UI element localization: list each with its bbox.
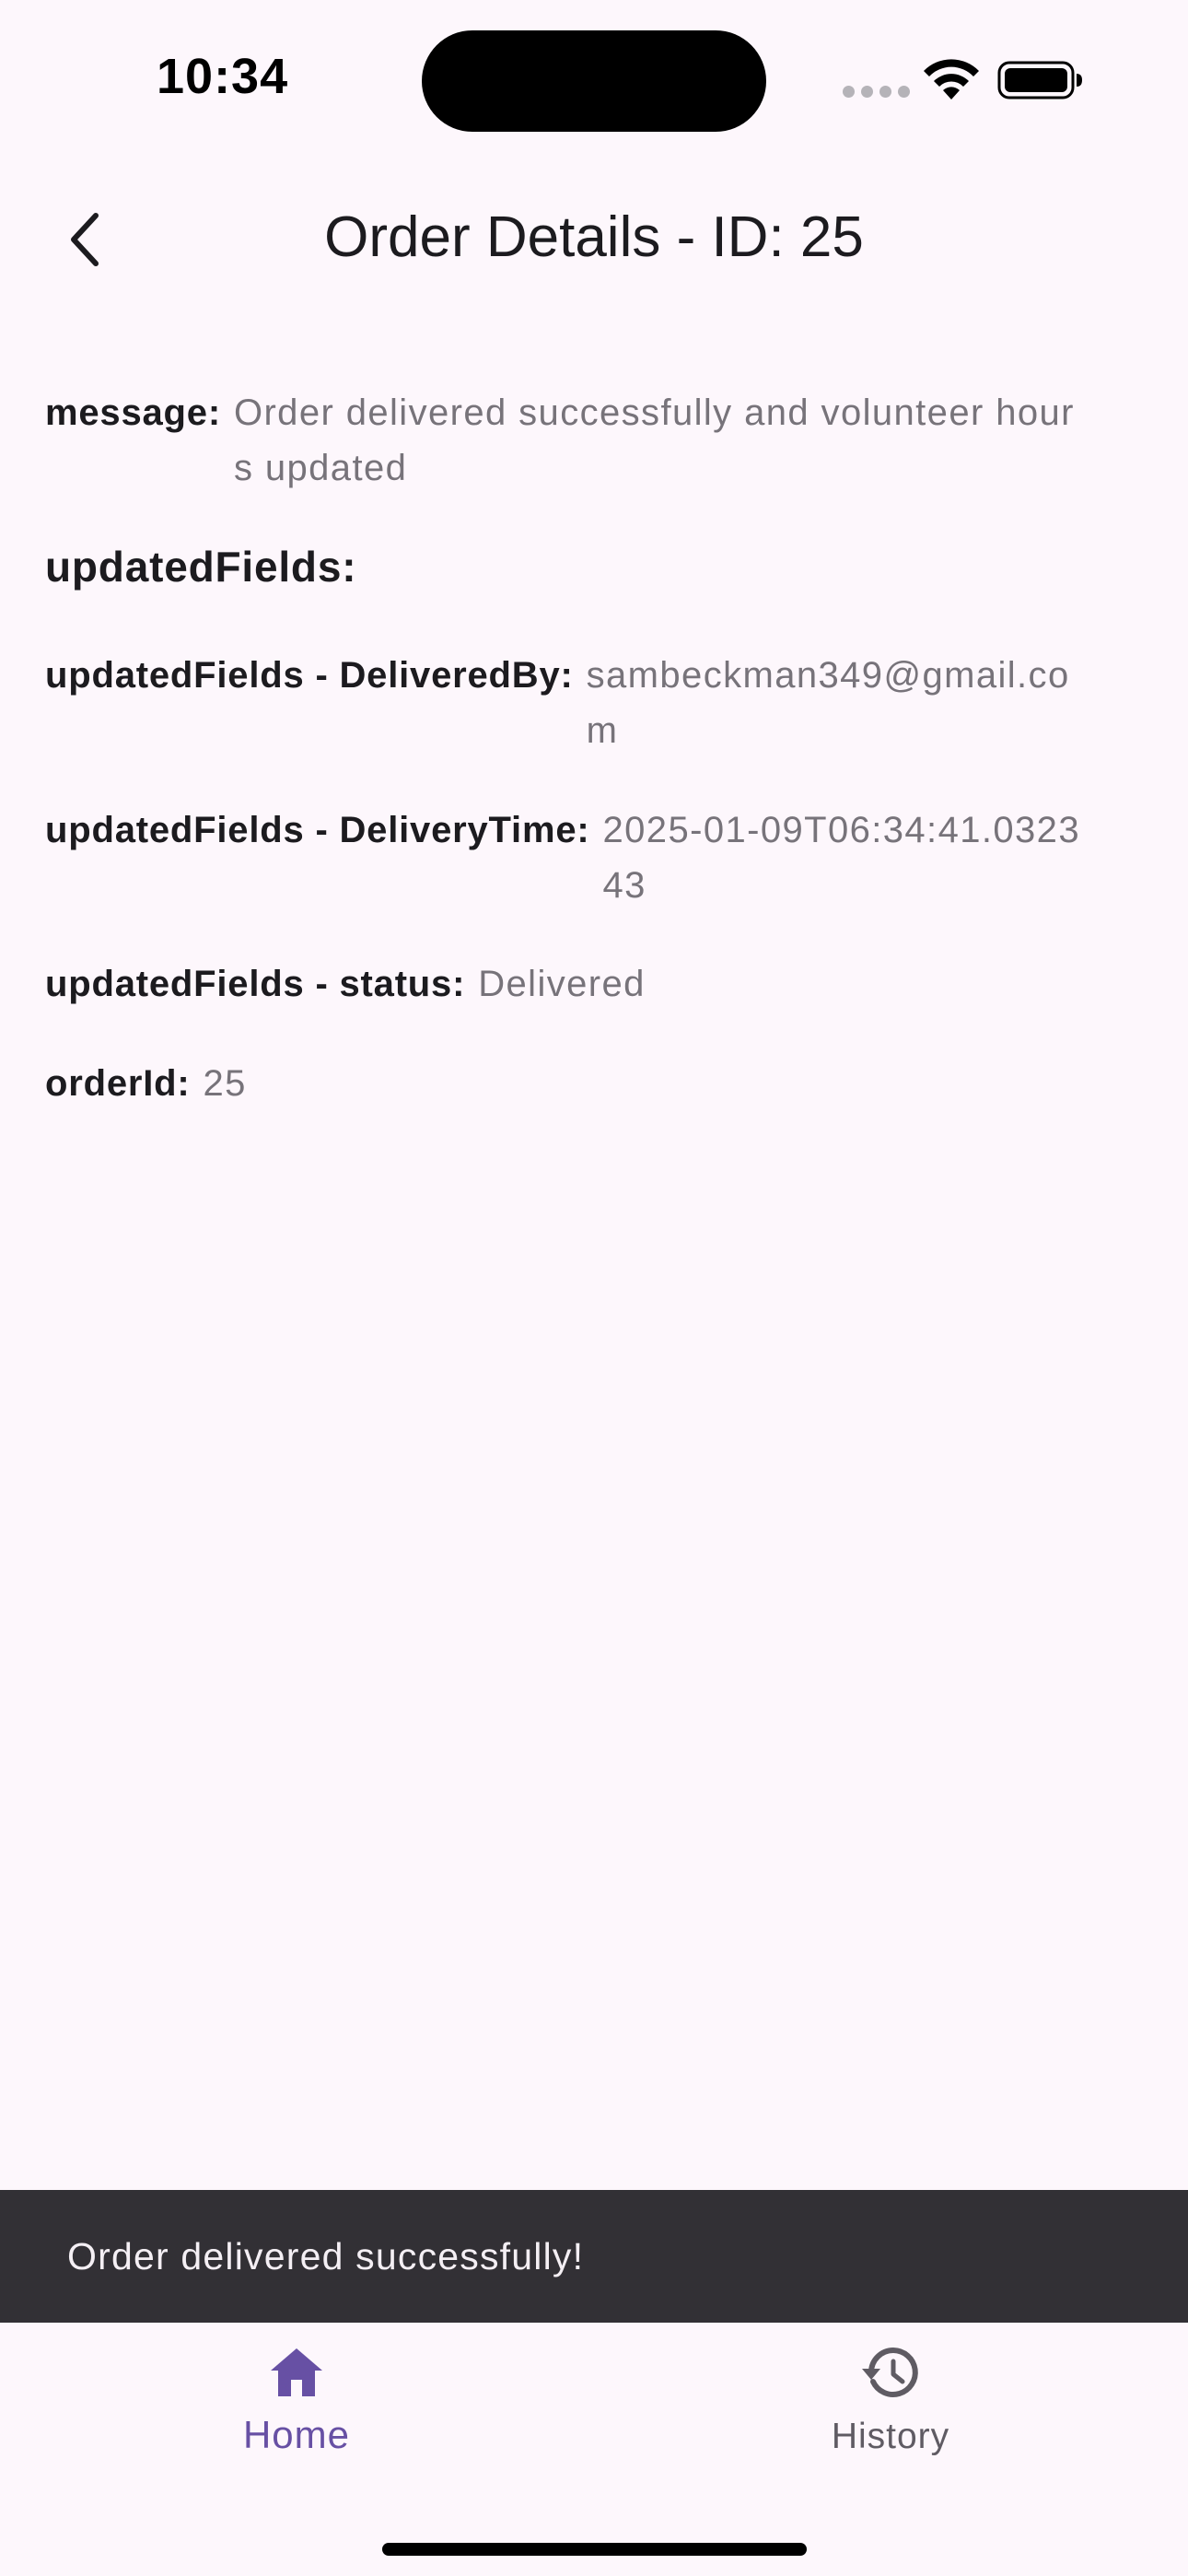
detail-label: updatedFields - status: [45,964,466,1004]
order-details-screen: 10:34 Order Details - ID: 25 message: Or… [0,0,1188,2576]
detail-row-delivered-by: updatedFields - DeliveredBy: sambeckman3… [45,648,1150,758]
detail-label: updatedFields - DeliveredBy: [45,655,574,696]
nav-item-history[interactable]: History [725,2345,1056,2457]
detail-label: orderId: [45,1063,191,1104]
nav-label-history: History [831,2417,950,2456]
nav-label-home: Home [242,2413,351,2456]
detail-label: updatedFields - DeliveryTime: [45,810,590,850]
snackbar: Order delivered successfully! [0,2190,1188,2323]
history-icon [862,2348,918,2397]
status-bar-time: 10:34 [157,49,289,104]
section-heading: updatedFields: [45,543,357,591]
home-icon [271,2348,322,2396]
cellular-signal-icon [843,86,910,98]
detail-value: 25 [203,1063,247,1104]
home-indicator[interactable] [382,2543,807,2556]
detail-row-status: updatedFields - status: Delivered [45,956,646,1012]
battery-icon [997,61,1082,100]
detail-row-order-id: orderId: 25 [45,1056,247,1111]
dynamic-island [422,30,766,132]
detail-value: sambeckman349@gmail.com [586,655,1070,751]
detail-row-message: message: Order delivered successfully an… [45,385,1077,496]
detail-value: 2025-01-09T06:34:41.032343 [602,810,1080,906]
page-title: Order Details - ID: 25 [324,205,864,269]
detail-row-delivery-time: updatedFields - DeliveryTime: 2025-01-09… [45,802,1150,913]
detail-label: message: [45,392,221,433]
wifi-icon [924,59,979,100]
bottom-navigation-bar: Home History [0,2323,1188,2576]
nav-item-home[interactable]: Home [131,2345,462,2457]
detail-value: Delivered [478,964,646,1004]
detail-value: Order delivered successfully and volunte… [233,392,1075,488]
snackbar-message: Order delivered successfully! [67,2234,585,2277]
